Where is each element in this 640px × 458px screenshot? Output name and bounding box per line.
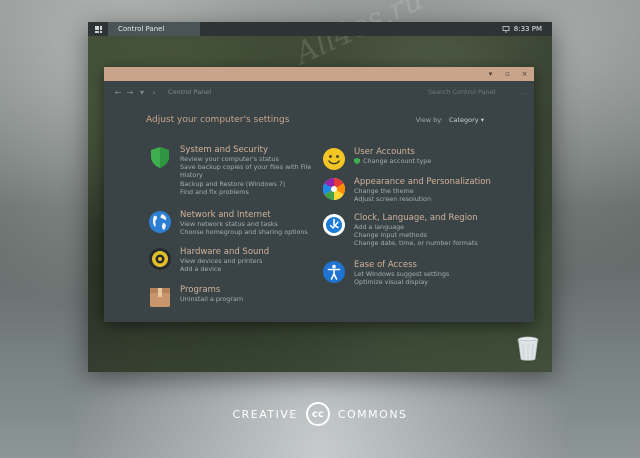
creative-commons-logo-icon: cc xyxy=(305,402,330,426)
shield-icon[interactable] xyxy=(148,145,172,169)
cc-left-text: CREATIVE xyxy=(232,407,298,421)
cc-right-text: COMMONS xyxy=(337,407,408,421)
page-title: Adjust your computer's settings xyxy=(146,115,290,125)
category-clock-language-region: Clock, Language, and Region Add a langua… xyxy=(322,213,478,248)
category-title[interactable]: Clock, Language, and Region xyxy=(354,213,478,223)
clock-icon[interactable] xyxy=(322,213,346,237)
category-system-security: System and Security Review your computer… xyxy=(148,145,311,196)
category-title[interactable]: Programs xyxy=(180,285,243,295)
category-link[interactable]: History xyxy=(180,171,311,179)
breadcrumb-arrow-icon: › xyxy=(152,87,156,97)
control-panel-window: ▾ ▫ × ← → ▾ › Control Panel Search Contr… xyxy=(104,67,534,322)
view-by-label: View by: xyxy=(415,116,443,124)
view-by-dropdown[interactable]: Category ▾ xyxy=(449,116,484,124)
category-link[interactable]: Uninstall a program xyxy=(180,295,243,303)
address-bar: ← → ▾ › Control Panel Search Control Pan… xyxy=(104,81,534,103)
category-link-text: Change account type xyxy=(363,157,432,165)
recycle-bin-icon[interactable] xyxy=(516,336,540,362)
start-button[interactable] xyxy=(88,22,108,36)
taskbar-item-control-panel[interactable]: Control Panel xyxy=(108,22,200,36)
screen-tray-icon[interactable] xyxy=(502,25,510,33)
close-icon[interactable]: × xyxy=(521,70,528,78)
category-title[interactable]: Hardware and Sound xyxy=(180,247,269,257)
category-title[interactable]: User Accounts xyxy=(354,147,431,157)
category-link[interactable]: Find and fix problems xyxy=(180,188,311,196)
category-title[interactable]: System and Security xyxy=(180,145,311,155)
breadcrumb[interactable]: Control Panel xyxy=(168,88,211,96)
forward-arrow-icon[interactable]: → xyxy=(124,88,136,97)
category-appearance-personalization: Appearance and Personalization Change th… xyxy=(322,177,491,203)
category-link[interactable]: Save backup copies of your files with Fi… xyxy=(180,163,311,171)
smiley-user-icon[interactable] xyxy=(322,147,346,171)
minimize-icon[interactable]: ▾ xyxy=(487,70,494,78)
creative-commons-banner: CREATIVE cc COMMONS xyxy=(0,402,640,426)
category-link[interactable]: Add a language xyxy=(354,223,478,231)
accessibility-icon[interactable] xyxy=(322,260,346,284)
back-arrow-icon[interactable]: ← xyxy=(112,88,124,97)
category-link[interactable]: Change date, time, or number formats xyxy=(354,239,478,247)
taskbar-clock[interactable]: 8:33 PM xyxy=(514,25,542,33)
color-wheel-icon[interactable] xyxy=(322,177,346,201)
apps-grid-icon xyxy=(94,25,102,33)
window-titlebar: ▾ ▫ × xyxy=(104,67,534,81)
taskbar-item-label: Control Panel xyxy=(118,25,165,33)
category-link[interactable]: View devices and printers xyxy=(180,257,269,265)
taskbar: Control Panel 8:33 PM xyxy=(88,22,552,36)
category-link[interactable]: Change account type xyxy=(354,157,431,165)
view-by: View by: Category ▾ xyxy=(416,116,484,124)
category-programs: Programs Uninstall a program xyxy=(148,285,243,309)
category-link[interactable]: Review your computer's status xyxy=(180,155,311,163)
up-arrow-icon[interactable]: ▾ xyxy=(136,88,148,97)
category-ease-of-access: Ease of Access Let Windows suggest setti… xyxy=(322,260,449,286)
shield-icon xyxy=(354,158,360,164)
view-by-value: Category xyxy=(448,116,479,124)
category-network-internet: Network and Internet View network status… xyxy=(148,210,308,236)
category-link[interactable]: Change input methods xyxy=(354,231,478,239)
category-link[interactable]: Change the theme xyxy=(354,187,491,195)
cc-logo-text: cc xyxy=(311,408,324,420)
maximize-icon[interactable]: ▫ xyxy=(504,70,511,78)
speaker-icon[interactable] xyxy=(148,247,172,271)
category-link[interactable]: Adjust screen resolution xyxy=(354,195,491,203)
category-link[interactable]: Let Windows suggest settings xyxy=(354,270,449,278)
globe-icon[interactable] xyxy=(148,210,172,234)
more-options-icon[interactable]: ... xyxy=(514,88,534,96)
category-link[interactable]: Optimize visual display xyxy=(354,278,449,286)
category-user-accounts: User Accounts Change account type xyxy=(322,147,431,171)
category-link[interactable]: Choose homegroup and sharing options xyxy=(180,228,308,236)
category-link[interactable]: View network status and tasks xyxy=(180,220,308,228)
category-title[interactable]: Appearance and Personalization xyxy=(354,177,491,187)
category-title[interactable]: Ease of Access xyxy=(354,260,449,270)
category-hardware-sound: Hardware and Sound View devices and prin… xyxy=(148,247,269,273)
category-link[interactable]: Add a device xyxy=(180,265,269,273)
category-link[interactable]: Backup and Restore (Windows 7) xyxy=(180,180,311,188)
category-title[interactable]: Network and Internet xyxy=(180,210,308,220)
search-input[interactable]: Search Control Panel xyxy=(428,88,514,96)
package-icon[interactable] xyxy=(148,285,172,309)
